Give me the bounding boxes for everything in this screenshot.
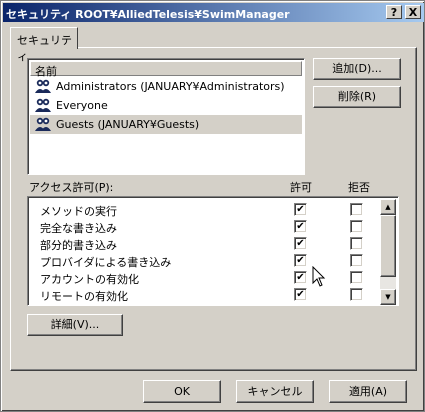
scroll-thumb[interactable] [380,215,396,277]
mouse-cursor-icon [312,266,326,287]
allow-checkbox[interactable]: ✔ [294,203,307,216]
security-dialog: セキュリティ ROOT¥AlliedTelesis¥SwimManager ? … [0,0,425,412]
title-bar[interactable]: セキュリティ ROOT¥AlliedTelesis¥SwimManager [3,3,424,22]
cancel-button-label: キャンセル [247,385,303,398]
arrow-up-icon: ▲ [385,203,391,211]
permission-name: プロバイダによる書き込み [40,256,172,269]
permission-list[interactable]: メソッドの実行 ✔ 完全な書き込み ✔ 部分的書き込み ✔ プロバイダによる書き… [27,196,399,306]
permission-row: 部分的書き込み ✔ [30,235,380,252]
close-button[interactable]: X [405,5,421,19]
user-name: Everyone [56,99,108,112]
permission-row: メソッドの実行 ✔ [30,201,380,218]
tab-security[interactable]: セキュリティ [10,27,78,63]
remove-button[interactable]: 削除(R) [313,86,401,108]
permission-row: 完全な書き込み ✔ [30,218,380,235]
permission-name: リモートの有効化 [40,290,128,303]
apply-button-label: 適用(A) [348,385,388,398]
permission-name: 完全な書き込み [40,222,117,235]
allow-checkbox[interactable]: ✔ [294,288,307,301]
deny-checkbox[interactable] [350,254,363,267]
apply-button[interactable]: 適用(A) [329,380,407,403]
remove-button-label: 削除(R) [337,90,377,103]
user-group-icon [35,79,51,93]
help-icon: ? [390,6,398,19]
list-item[interactable]: Everyone [30,96,302,115]
add-button-label: 追加(D)... [332,62,382,75]
arrow-down-icon: ▼ [385,293,391,301]
close-icon: X [408,6,418,19]
permission-name: 部分的書き込み [40,239,117,252]
user-group-icon [35,117,51,131]
allow-checkbox[interactable]: ✔ [294,237,307,250]
user-name: Administrators (JANUARY¥Administrators) [56,80,285,93]
allow-checkbox[interactable]: ✔ [294,254,307,267]
user-group-icon [35,98,51,112]
permission-name: アカウントの有効化 [40,273,139,286]
window-title: セキュリティ ROOT¥AlliedTelesis¥SwimManager [6,8,290,21]
permission-scrollbar[interactable]: ▲ ▼ [380,199,396,305]
deny-checkbox[interactable] [350,288,363,301]
permission-row: プロバイダによる書き込み ✔ [30,252,380,269]
deny-checkbox[interactable] [350,271,363,284]
list-item[interactable]: Guests (JANUARY¥Guests) [30,115,302,134]
user-name: Guests (JANUARY¥Guests) [56,118,200,131]
cancel-button[interactable]: キャンセル [236,380,314,403]
advanced-button-label: 詳細(V)... [50,318,100,331]
allow-checkbox[interactable]: ✔ [294,220,307,233]
scroll-down-button[interactable]: ▼ [380,289,396,305]
allow-checkbox[interactable]: ✔ [294,271,307,284]
help-button[interactable]: ? [386,5,402,19]
deny-header: 拒否 [348,181,370,194]
scroll-up-button[interactable]: ▲ [380,199,396,215]
permission-row: アカウントの有効化 ✔ [30,269,380,286]
allow-header: 許可 [290,181,312,194]
column-header-name[interactable]: 名前 [30,61,302,78]
ok-button[interactable]: OK [143,380,221,403]
list-item[interactable]: Administrators (JANUARY¥Administrators) [30,77,302,96]
deny-checkbox[interactable] [350,237,363,250]
deny-checkbox[interactable] [350,220,363,233]
deny-checkbox[interactable] [350,203,363,216]
advanced-button[interactable]: 詳細(V)... [27,314,123,336]
ok-button-label: OK [174,385,190,398]
permission-name: メソッドの実行 [40,205,117,218]
permissions-label: アクセス許可(P): [29,181,114,194]
user-list[interactable]: 名前 Administrators (JANUARY¥Administrator… [27,58,305,175]
add-button[interactable]: 追加(D)... [313,58,401,80]
permission-row: リモートの有効化 ✔ [30,286,380,303]
